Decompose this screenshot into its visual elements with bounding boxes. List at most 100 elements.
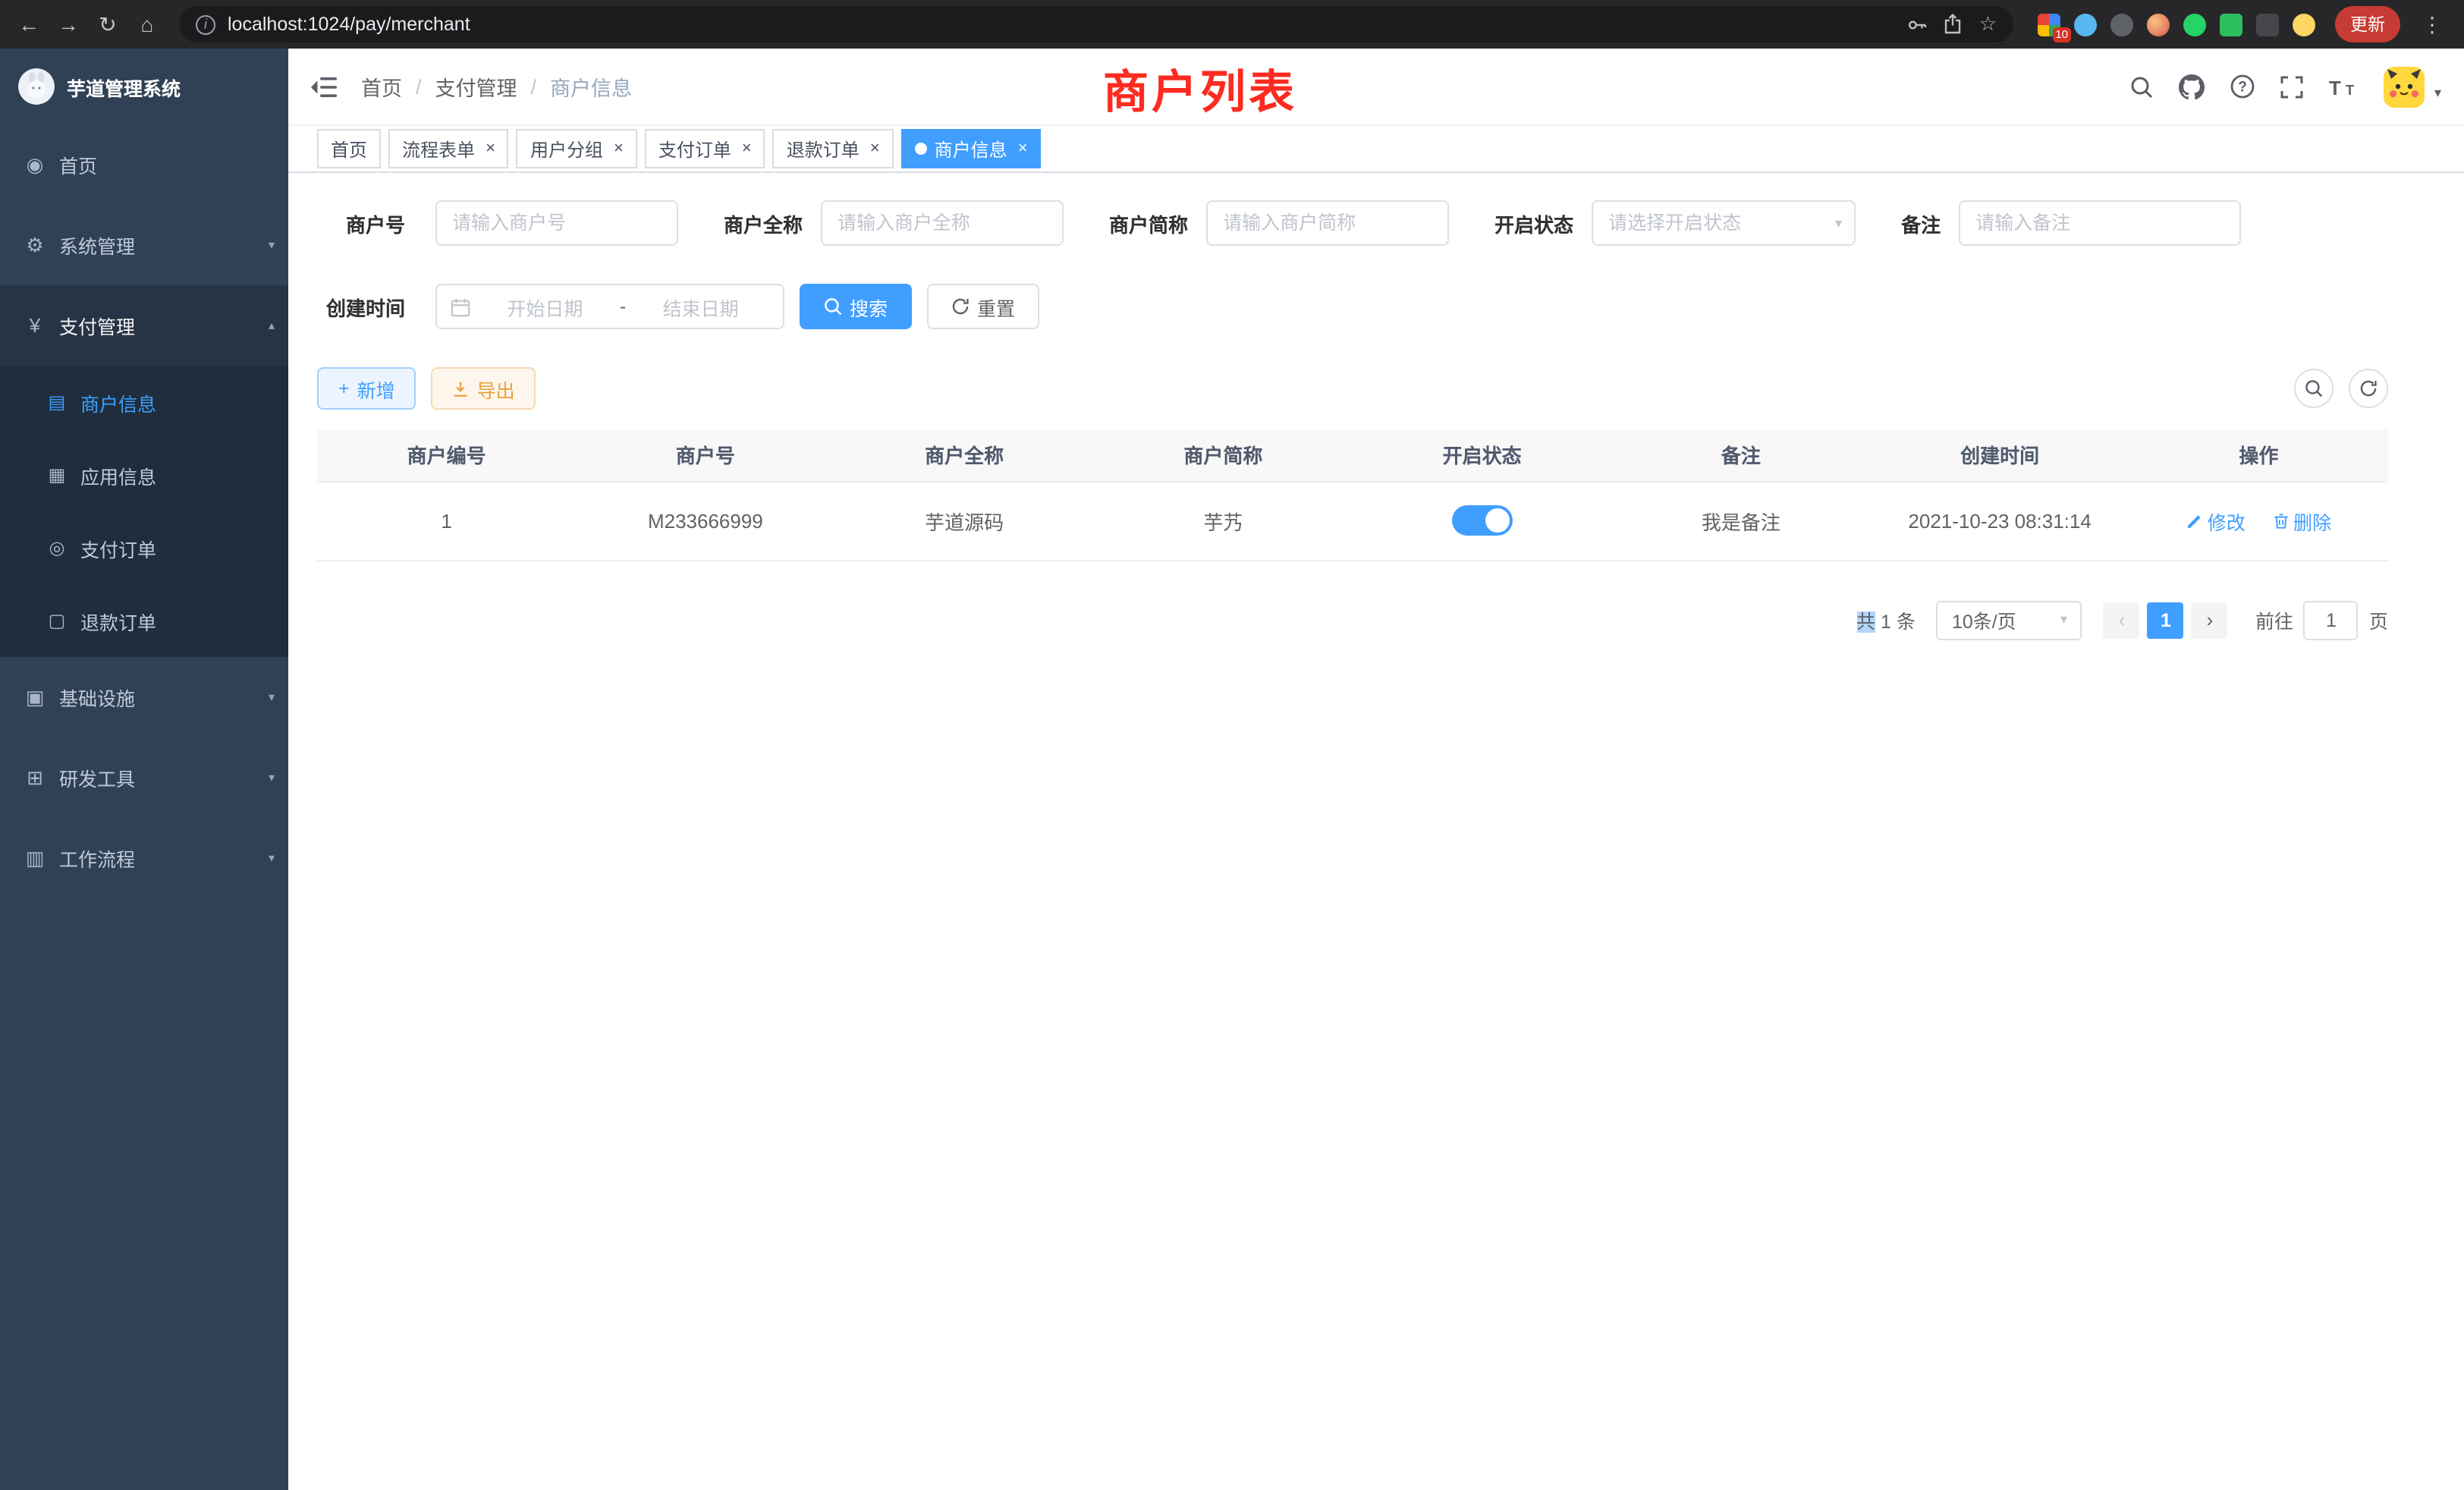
close-icon[interactable]: × bbox=[870, 140, 880, 158]
short-name-label: 商户简称 bbox=[1109, 209, 1188, 237]
sidebar-item-label: 系统管理 bbox=[59, 231, 135, 259]
search-icon[interactable] bbox=[2131, 75, 2154, 98]
short-name-input[interactable] bbox=[1206, 200, 1449, 246]
col-status: 开启状态 bbox=[1353, 429, 1611, 481]
close-icon[interactable]: × bbox=[1018, 140, 1028, 158]
briefcase-icon: ▥ bbox=[23, 846, 47, 870]
sidebar-item-label: 退款订单 bbox=[80, 606, 156, 635]
extension-icon[interactable] bbox=[2074, 13, 2097, 36]
svg-text:T: T bbox=[2346, 82, 2355, 97]
sidebar-item-payment[interactable]: ¥ 支付管理 ▴ bbox=[0, 285, 288, 366]
delete-button[interactable]: 删除 bbox=[2272, 506, 2331, 535]
gear-icon: ⚙ bbox=[23, 233, 47, 257]
filter-form-row-1: 商户号 商户全称 商户简称 开启状态 bbox=[317, 200, 2388, 246]
col-actions: 操作 bbox=[2129, 429, 2388, 481]
browser-update-button[interactable]: 更新 bbox=[2335, 6, 2400, 42]
extension-icon[interactable] bbox=[2110, 13, 2133, 36]
breadcrumb-home[interactable]: 首页 bbox=[361, 71, 402, 102]
status-toggle[interactable] bbox=[1452, 505, 1513, 536]
breadcrumb-separator: / bbox=[531, 75, 537, 98]
sidebar-item-merchant-info[interactable]: ▤ 商户信息 bbox=[0, 366, 288, 439]
tab-label: 退款订单 bbox=[787, 136, 860, 162]
payment-submenu: ▤ 商户信息 ▦ 应用信息 ◎ 支付订单 ▢ 退款订单 bbox=[0, 366, 288, 657]
cell-merchant-id: 1 bbox=[317, 481, 576, 560]
extension-icon[interactable]: 10 bbox=[2038, 13, 2060, 36]
sidebar-item-refund-order[interactable]: ▢ 退款订单 bbox=[0, 584, 288, 657]
sidebar-item-system[interactable]: ⚙ 系统管理 ▾ bbox=[0, 205, 288, 285]
create-time-range-picker[interactable]: 开始日期 - 结束日期 bbox=[435, 284, 784, 329]
extension-icon[interactable] bbox=[2220, 13, 2242, 36]
sidebar-item-app-info[interactable]: ▦ 应用信息 bbox=[0, 439, 288, 511]
merchant-no-label: 商户号 bbox=[317, 209, 405, 237]
sidebar-item-devtools[interactable]: ⊞ 研发工具 ▾ bbox=[0, 737, 288, 818]
breadcrumb-payment[interactable]: 支付管理 bbox=[435, 71, 517, 102]
navbar-actions: ? TT ▾ bbox=[2131, 66, 2441, 107]
bookmark-star-icon[interactable]: ☆ bbox=[1979, 12, 1997, 36]
toggle-search-icon[interactable] bbox=[2294, 369, 2334, 408]
refresh-table-icon[interactable] bbox=[2349, 369, 2388, 408]
browser-forward-button[interactable]: → bbox=[52, 8, 85, 41]
main-content: 首页 / 支付管理 / 商户信息 ? bbox=[288, 49, 2464, 1490]
reset-button[interactable]: 重置 bbox=[927, 284, 1039, 329]
sidebar-item-label: 工作流程 bbox=[59, 844, 135, 872]
github-icon[interactable] bbox=[2180, 74, 2205, 99]
close-icon[interactable]: × bbox=[742, 140, 752, 158]
tab-process-form[interactable]: 流程表单 × bbox=[388, 129, 509, 168]
extension-icon[interactable] bbox=[2147, 13, 2170, 36]
search-button[interactable]: 搜索 bbox=[800, 284, 912, 329]
edit-button[interactable]: 修改 bbox=[2186, 506, 2246, 535]
tab-home[interactable]: 首页 bbox=[317, 129, 381, 168]
url-text[interactable]: localhost:1024/pay/merchant bbox=[228, 14, 1896, 35]
prev-page-button[interactable]: ‹ bbox=[2104, 602, 2140, 638]
sidebar-item-pay-order[interactable]: ◎ 支付订单 bbox=[0, 511, 288, 584]
export-button[interactable]: 导出 bbox=[432, 367, 536, 410]
chevron-down-icon: ▾ bbox=[269, 238, 275, 252]
tab-merchant-info[interactable]: 商户信息 × bbox=[901, 129, 1042, 168]
browser-back-button[interactable]: ← bbox=[12, 8, 46, 41]
browser-window: ← → ↻ ⌂ i localhost:1024/pay/merchant ☆ … bbox=[0, 0, 2464, 1490]
tab-label: 支付订单 bbox=[658, 136, 731, 162]
avatar-dropdown-caret-icon[interactable]: ▾ bbox=[2434, 84, 2441, 101]
page-size-value: 10条/页 bbox=[1952, 605, 2016, 634]
sidebar-item-home[interactable]: ◉ 首页 bbox=[0, 124, 288, 205]
page-size-select[interactable]: 10条/页 ▾ bbox=[1937, 600, 2082, 640]
sidebar-item-infrastructure[interactable]: ▣ 基础设施 ▾ bbox=[0, 657, 288, 737]
goto-page-input[interactable] bbox=[2304, 600, 2359, 640]
user-avatar[interactable] bbox=[2384, 66, 2425, 107]
share-icon[interactable] bbox=[1944, 14, 1963, 35]
full-name-input[interactable] bbox=[821, 200, 1064, 246]
extension-icon[interactable] bbox=[2183, 13, 2206, 36]
sidebar-item-label: 首页 bbox=[59, 150, 97, 179]
close-icon[interactable]: × bbox=[614, 140, 624, 158]
merchant-no-input[interactable] bbox=[435, 200, 678, 246]
status-select[interactable] bbox=[1592, 200, 1856, 246]
tab-label: 流程表单 bbox=[402, 136, 475, 162]
full-name-label: 商户全称 bbox=[724, 209, 803, 237]
browser-reload-button[interactable]: ↻ bbox=[91, 8, 124, 41]
help-icon[interactable]: ? bbox=[2231, 74, 2255, 99]
remark-input[interactable] bbox=[1959, 200, 2241, 246]
page-number-1[interactable]: 1 bbox=[2148, 602, 2184, 638]
site-info-icon[interactable]: i bbox=[196, 14, 215, 34]
add-button[interactable]: + 新增 bbox=[317, 367, 416, 410]
grid-icon: ▦ bbox=[46, 464, 68, 486]
tab-refund-order[interactable]: 退款订单 × bbox=[773, 129, 894, 168]
browser-menu-icon[interactable]: ⋮ bbox=[2422, 11, 2443, 37]
top-navbar: 首页 / 支付管理 / 商户信息 ? bbox=[288, 49, 2464, 124]
password-key-icon[interactable] bbox=[1908, 14, 1928, 34]
tab-user-group[interactable]: 用户分组 × bbox=[517, 129, 637, 168]
tab-pay-order[interactable]: 支付订单 × bbox=[645, 129, 765, 168]
document-icon: ▢ bbox=[46, 610, 68, 631]
profile-avatar-icon[interactable] bbox=[2293, 13, 2315, 36]
address-bar[interactable]: i localhost:1024/pay/merchant ☆ bbox=[179, 6, 2013, 42]
next-page-button[interactable]: › bbox=[2192, 602, 2228, 638]
sidebar-item-workflow[interactable]: ▥ 工作流程 ▾ bbox=[0, 818, 288, 898]
font-size-icon[interactable]: TT bbox=[2330, 75, 2359, 98]
browser-home-button[interactable]: ⌂ bbox=[130, 8, 164, 41]
sidebar-fold-icon[interactable] bbox=[311, 75, 337, 98]
fullscreen-icon[interactable] bbox=[2281, 75, 2304, 98]
app-logo[interactable]: 芋道管理系统 bbox=[0, 49, 288, 124]
close-icon[interactable]: × bbox=[486, 140, 495, 158]
add-button-label: 新增 bbox=[357, 374, 395, 403]
extension-puzzle-icon[interactable] bbox=[2256, 13, 2279, 36]
